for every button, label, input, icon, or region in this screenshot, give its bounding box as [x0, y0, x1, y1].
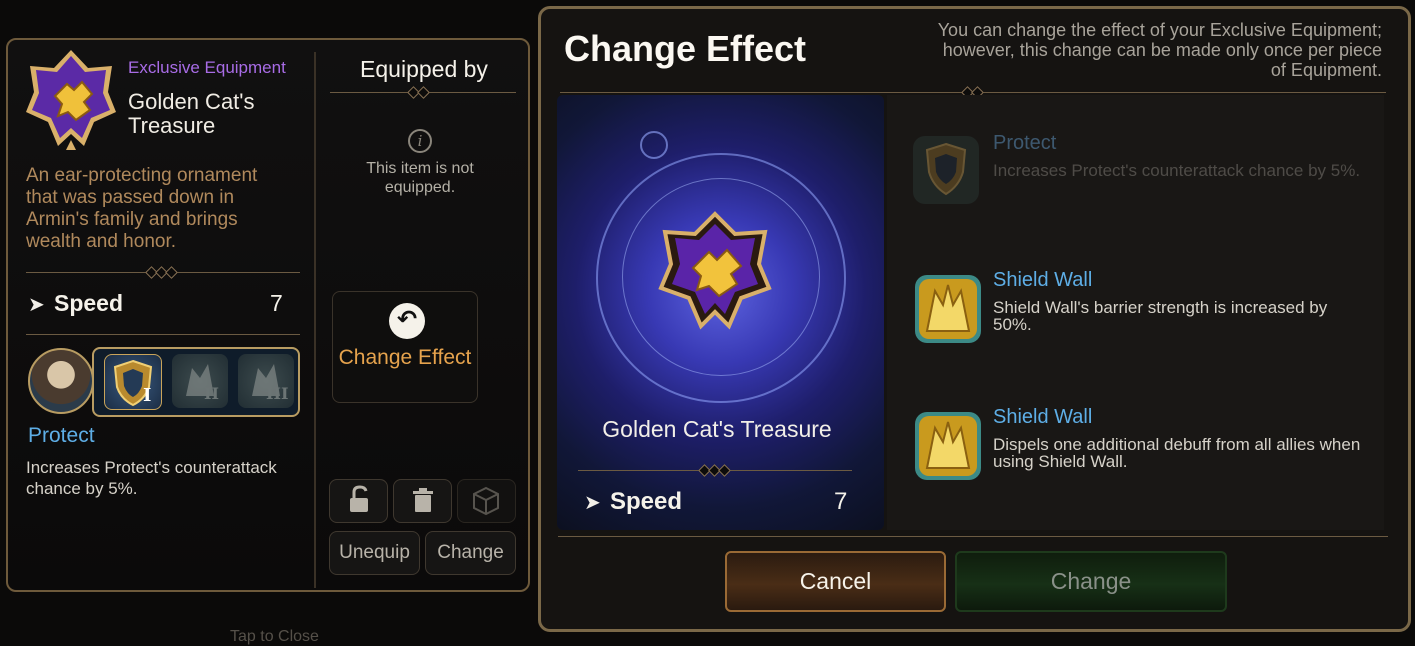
effect-option-current: Protect Increases Protect's counterattac…: [905, 128, 1385, 218]
equipped-by-title: Equipped by: [360, 56, 488, 82]
stat-value: 7: [834, 488, 848, 515]
item-category: Exclusive Equipment: [128, 58, 286, 77]
extract-button[interactable]: [457, 479, 516, 523]
magic-circle-ring: [640, 131, 668, 159]
unequip-button[interactable]: Unequip: [329, 531, 420, 575]
stat-arrow-icon: ➤: [28, 294, 45, 316]
skill-tier-2-slot[interactable]: II: [172, 354, 228, 408]
artwork-item-name: Golden Cat's Treasure: [602, 416, 832, 442]
not-equipped-text: This item is not equipped.: [366, 160, 474, 196]
stat-label: Speed: [54, 290, 124, 316]
effect-title: Shield Wall: [993, 406, 1093, 428]
tier-numeral: II: [204, 384, 219, 403]
change-effect-label: Change Effect: [338, 346, 472, 369]
change-button[interactable]: Change: [425, 531, 516, 575]
tap-to-close-hint[interactable]: Tap to Close: [230, 628, 319, 646]
info-icon: i: [408, 129, 432, 153]
dialog-help-text: You can change the effect of your Exclus…: [937, 20, 1382, 80]
effect-option-2[interactable]: Shield Wall Dispels one additional debuf…: [905, 402, 1385, 492]
dialog-title: Change Effect: [564, 28, 807, 69]
effect-title: Shield Wall: [993, 269, 1093, 291]
unlock-icon: [350, 485, 368, 512]
golden-cat-treasure-emblem: [658, 211, 772, 330]
cube-icon: [473, 486, 499, 516]
shield-wall-icon: [915, 412, 981, 480]
lock-button[interactable]: [329, 479, 388, 523]
stat-arrow-icon: ➤: [584, 492, 601, 514]
panel-divider: [314, 52, 316, 588]
effect-title: Protect: [993, 132, 1057, 154]
item-name: Golden Cat's Treasure: [128, 89, 255, 138]
hero-avatar[interactable]: [28, 348, 94, 414]
effect-option-1[interactable]: Shield Wall Shield Wall's barrier streng…: [905, 265, 1385, 355]
confirm-change-button[interactable]: Change: [955, 551, 1227, 612]
protect-shield-icon: [913, 136, 979, 204]
golden-cat-treasure-icon: [26, 50, 116, 150]
delete-button[interactable]: [393, 479, 452, 523]
tier-numeral: I: [143, 385, 152, 406]
effect-description: Dispels one additional debuff from all a…: [993, 435, 1361, 471]
skill-description: Increases Protect's counterattack chance…: [26, 458, 277, 498]
item-description: An ear-protecting ornament that was pass…: [26, 165, 258, 252]
cancel-button[interactable]: Cancel: [725, 551, 946, 612]
trash-icon: [413, 488, 433, 512]
skill-tier-1-slot[interactable]: I: [104, 354, 162, 410]
stat-value: 7: [270, 290, 283, 316]
effect-description: Shield Wall's barrier strength is increa…: [993, 298, 1328, 334]
swap-arrow-icon: ↶: [389, 303, 425, 339]
shield-icon: [113, 359, 153, 407]
ornament-divider: [26, 334, 300, 335]
shield-wall-icon: [915, 275, 981, 343]
shield-wall-icon: [186, 364, 214, 396]
ornament-divider: [558, 536, 1388, 537]
skill-tier-3-slot[interactable]: III: [238, 354, 294, 408]
stat-label: Speed: [610, 488, 683, 515]
skill-name: Protect: [28, 424, 95, 447]
tier-numeral: III: [266, 384, 289, 403]
effect-description: Increases Protect's counterattack chance…: [993, 161, 1361, 180]
